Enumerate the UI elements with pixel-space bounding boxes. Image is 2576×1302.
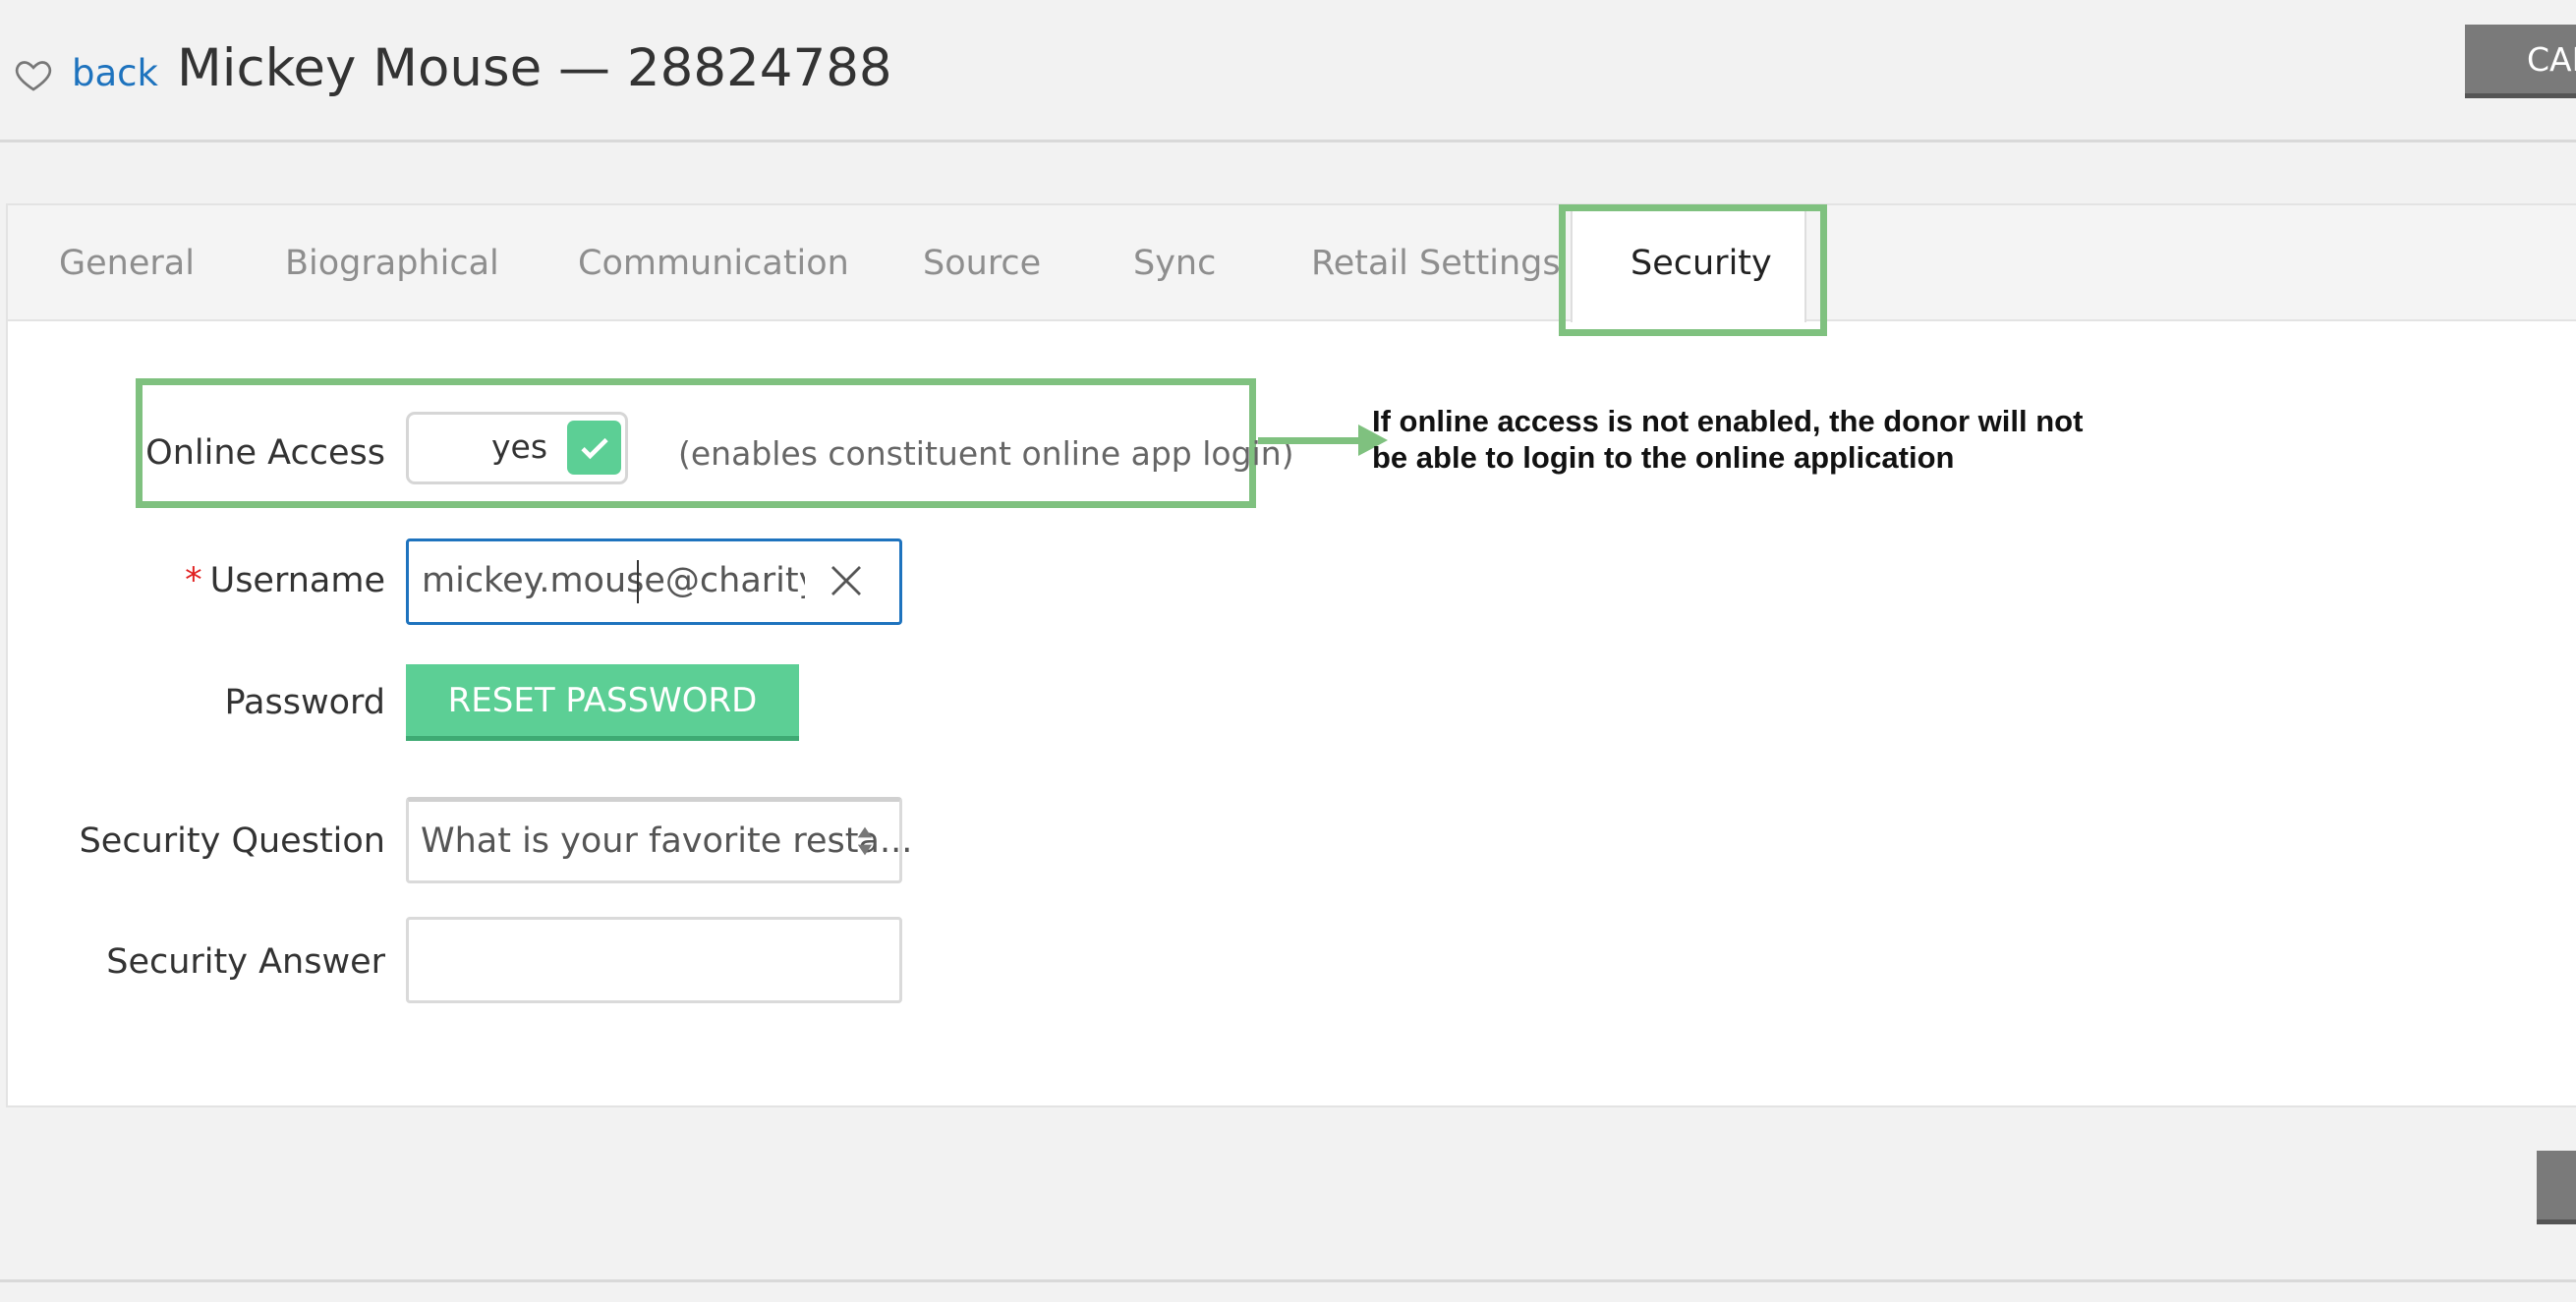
cancel-button[interactable]: CAN [2465, 25, 2576, 98]
toggle-knob[interactable] [567, 421, 621, 475]
tab-biographical[interactable]: Biographical [285, 234, 499, 293]
security-question-label: Security Question [79, 821, 385, 861]
required-asterisk: * [185, 561, 202, 600]
sort-arrows-icon [857, 826, 873, 856]
header-divider [0, 140, 2576, 142]
username-value[interactable]: mickey.mouse@charityen [422, 556, 805, 605]
security-answer-label: Security Answer [106, 942, 385, 982]
close-icon[interactable] [826, 560, 867, 601]
page-title: Mickey Mouse — 28824788 [177, 38, 892, 98]
security-answer-input[interactable] [406, 917, 902, 1003]
tab-sync[interactable]: Sync [1133, 234, 1216, 293]
password-label: Password [224, 683, 385, 722]
security-question-value[interactable]: What is your favorite resta... [421, 817, 912, 866]
username-label: * Username [185, 556, 385, 605]
annotation-line-1: If online access is not enabled, the don… [1372, 404, 2084, 438]
tab-communication[interactable]: Communication [578, 234, 849, 293]
content-panel [6, 203, 2576, 1107]
online-access-hint: (enables constituent online app login) [678, 434, 1294, 473]
tab-retail-settings[interactable]: Retail Settings [1311, 234, 1561, 293]
reset-password-button[interactable]: RESET PASSWORD [406, 664, 799, 741]
toggle-value: yes [491, 427, 548, 466]
annotation-arrow-line [1258, 437, 1361, 444]
tab-highlight-box [1559, 204, 1827, 336]
annotation-line-2: be able to login to the online applicati… [1372, 440, 1955, 475]
tab-general[interactable]: General [59, 234, 195, 293]
username-label-text: Username [209, 561, 385, 600]
bottom-action-button[interactable] [2537, 1151, 2576, 1224]
online-access-label: Online Access [145, 433, 385, 473]
favorite-heart-icon[interactable] [14, 55, 53, 94]
text-cursor [637, 560, 639, 603]
annotation-note: If online access is not enabled, the don… [1372, 403, 2083, 476]
back-link[interactable]: back [72, 49, 158, 98]
footer-divider [0, 1279, 2576, 1282]
tab-source[interactable]: Source [923, 234, 1041, 293]
check-icon [581, 437, 608, 460]
